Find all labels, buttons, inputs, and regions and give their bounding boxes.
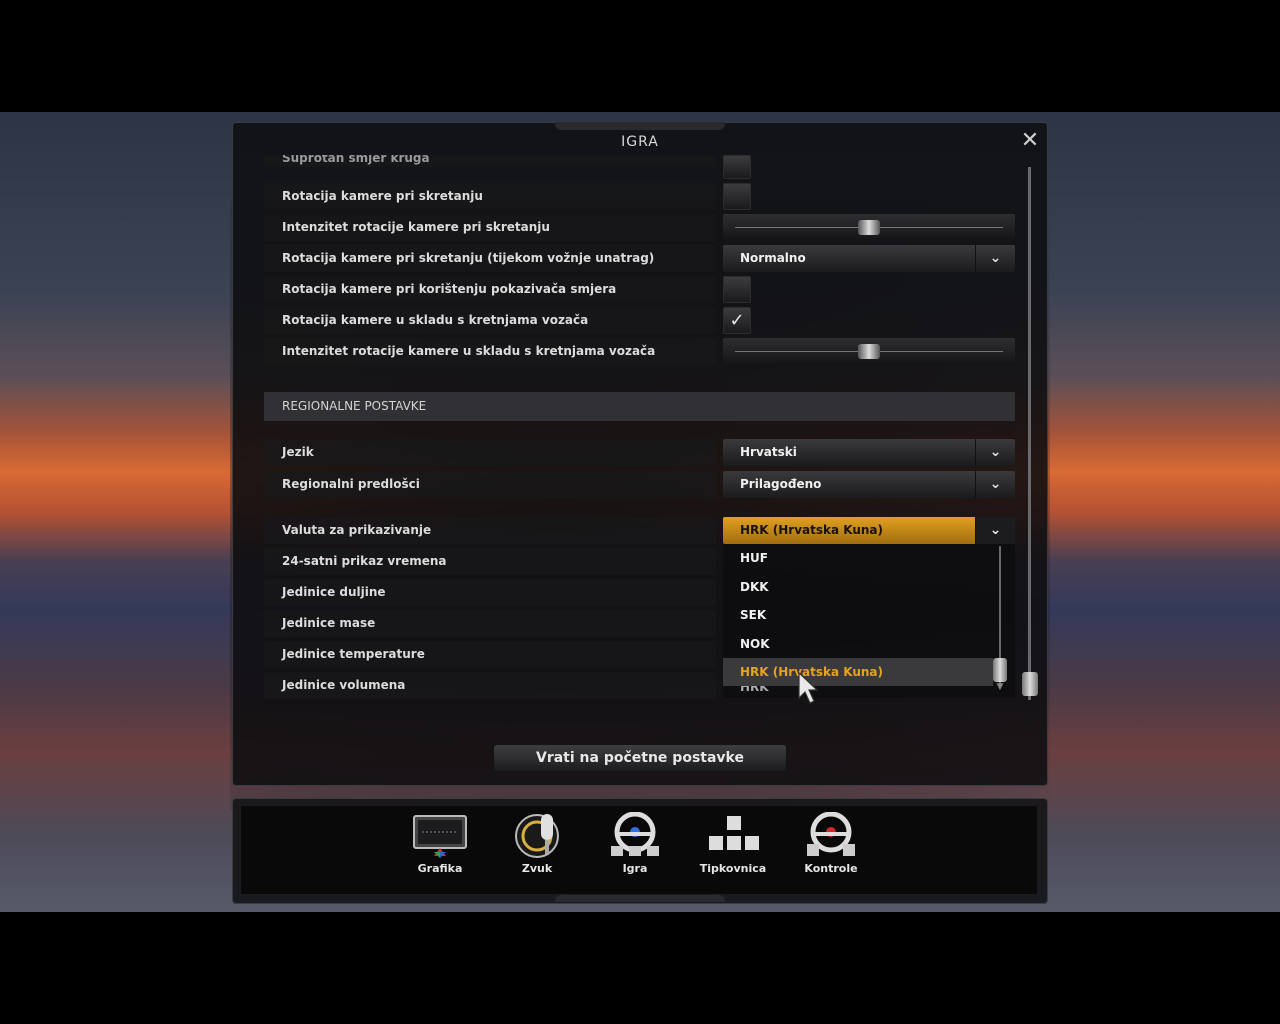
setting-label-camera-turn-intensity: Intenzitet rotacije kamere pri skretanju [264,214,716,241]
setting-label-currency: Valuta za prikazivanje [264,517,716,544]
setting-label-time24: 24-satni prikaz vremena [264,548,716,575]
letterbox-bottom [0,912,1280,1024]
monitor-icon [413,815,467,858]
camera-driver-motion-intensity-slider[interactable] [723,338,1015,365]
check-icon: ✓ [729,310,745,331]
close-button[interactable]: ✕ [1018,130,1042,152]
chevron-down-icon[interactable]: ⌄ [975,439,1015,466]
setting-label-camera-driver-motion: Rotacija kamere u skladu s kretnjama voz… [264,307,716,334]
dropdown-option-selected[interactable]: HRK (Hrvatska Kuna) [723,658,993,686]
mouse-cursor-icon [798,672,819,704]
chevron-down-icon[interactable]: ⌄ [975,517,1015,544]
camera-turn-intensity-slider[interactable] [723,214,1015,241]
language-select[interactable]: Hrvatski ⌄ [723,439,1015,466]
microphone-icon [515,814,559,858]
nav-graphics-label: Grafika [417,862,463,875]
setting-label-mass: Jedinice mase [264,610,716,637]
setting-label-temperature: Jedinice temperature [264,641,716,668]
chevron-down-icon[interactable]: ⌄ [975,471,1015,498]
currency-select[interactable]: HRK (Hrvatska Kuna) ⌄ [723,517,1015,544]
keyboard-keys-icon [709,816,759,850]
scroll-down-icon[interactable]: ▼ [991,682,1009,694]
setting-label-length: Jedinice duljine [264,579,716,606]
camera-turn-reverse-select[interactable]: Normalno ⌄ [723,245,1015,272]
dialog-title: IGRA [621,134,659,150]
nav-game[interactable]: Igra [595,812,675,882]
select-value: Normalno [740,251,806,265]
select-value: HRK (Hrvatska Kuna) [740,523,884,537]
nav-sound-label: Zvuk [521,862,553,875]
setting-label-camera-turn-reverse: Rotacija kamere pri skretanju (tijekom v… [264,245,716,272]
dropdown-option[interactable]: HUF [723,544,993,572]
setting-label-templates: Regionalni predlošci [264,471,716,498]
select-value: Hrvatski [740,445,797,459]
nav-game-label: Igra [622,862,648,875]
slider-knob[interactable] [858,220,880,235]
nav-keyboard-label: Tipkovnica [699,862,767,875]
setting-label-camera-driver-motion-intensity: Intenzitet rotacije kamere u skladu s kr… [264,338,716,365]
section-header-regional: REGIONALNE POSTAVKE [264,392,1015,421]
setting-label-camera-blinker: Rotacija kamere pri korištenju pokazivač… [264,276,716,303]
setting-label-camera-turn: Rotacija kamere pri skretanju [264,183,716,210]
chevron-down-icon[interactable]: ⌄ [975,245,1015,272]
camera-driver-motion-checkbox[interactable]: ✓ [723,307,751,334]
slider-knob[interactable] [858,344,880,359]
setting-label-language: Jezik [264,439,716,466]
currency-dropdown-list: HUF DKK SEK NOK HRK (Hrvatska Kuna) HRK … [723,544,1015,698]
dropdown-scrollbar-thumb[interactable] [993,658,1007,682]
camera-turn-checkbox[interactable] [723,183,751,210]
settings-scrollbar-track[interactable] [1028,167,1031,700]
dropdown-option[interactable]: DKK [723,573,993,601]
camera-blinker-checkbox[interactable] [723,276,751,303]
nav-graphics[interactable]: Grafika [400,812,480,882]
select-value: Prilagođeno [740,477,822,491]
nav-keyboard[interactable]: Tipkovnica [693,812,773,882]
steering-wheel-red-icon [807,812,855,856]
nav-controls[interactable]: Kontrole [791,812,871,882]
setting-label-volume: Jedinice volumena [264,672,716,699]
setting-label-partial: Suprotan smjer kruga [264,155,716,167]
nav-sound[interactable]: Zvuk [497,812,577,882]
nav-controls-label: Kontrole [804,862,858,875]
nav-bottom-notch [555,895,725,902]
partial-checkbox[interactable] [723,155,751,179]
dropdown-option-partial[interactable]: HRK [723,686,993,696]
letterbox-top [0,0,1280,112]
dropdown-option[interactable]: NOK [723,630,993,658]
steering-wheel-icon [611,812,659,856]
dropdown-option[interactable]: SEK [723,601,993,629]
reset-defaults-button[interactable]: Vrati na početne postavke [494,745,786,771]
settings-scrollbar-thumb[interactable] [1022,672,1038,696]
templates-select[interactable]: Prilagođeno ⌄ [723,471,1015,498]
dialog-top-notch [555,122,725,130]
